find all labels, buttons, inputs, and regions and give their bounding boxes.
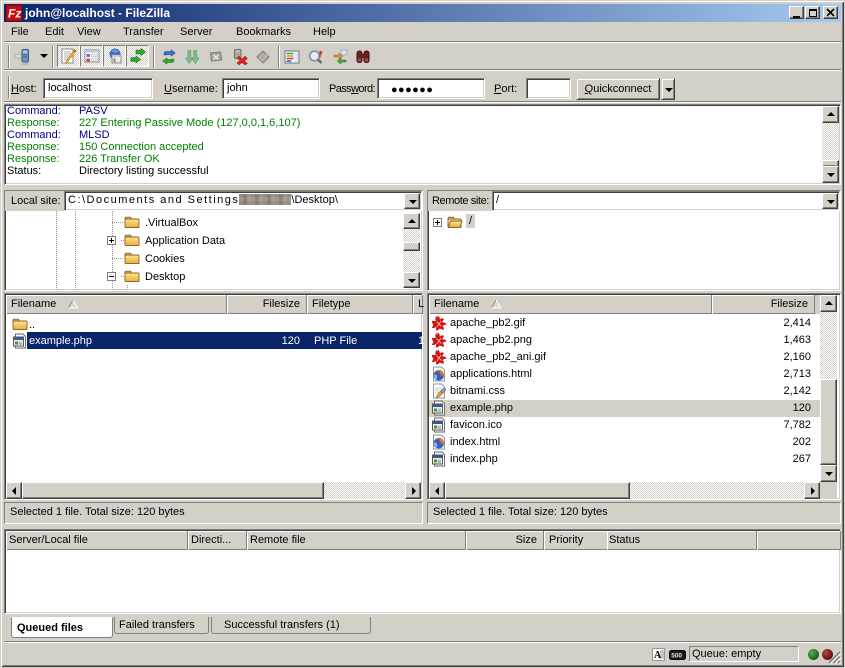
svg-text:500: 500 <box>671 653 682 660</box>
svg-text:Fz: Fz <box>8 7 21 21</box>
